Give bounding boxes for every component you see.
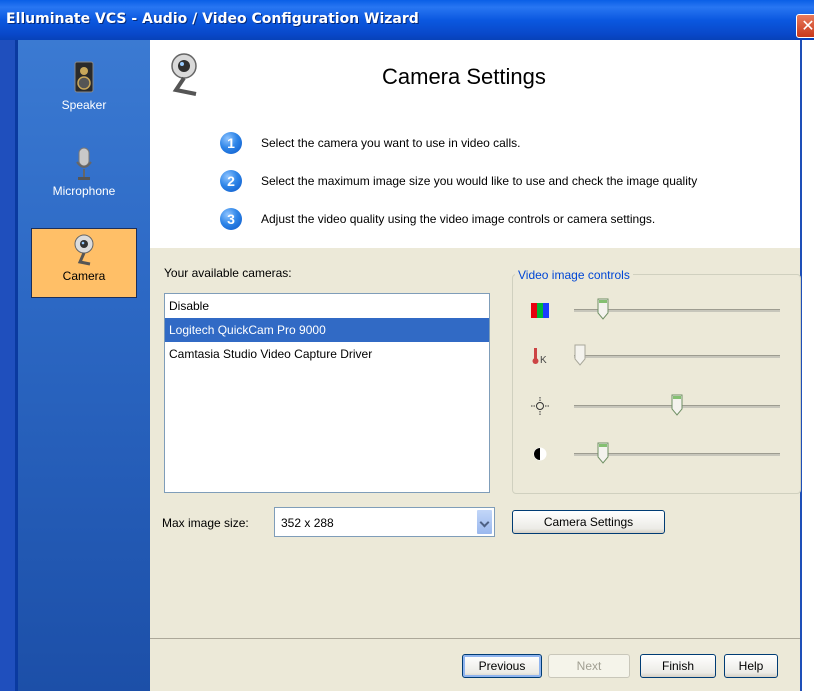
webcam-icon <box>74 234 94 266</box>
sidebar: Speaker Microphone Camera <box>18 40 150 691</box>
close-button[interactable]: ✕ <box>796 14 814 38</box>
previous-button[interactable]: Previous <box>462 654 542 678</box>
slider-thumb[interactable] <box>671 394 683 416</box>
thermometer-kelvin-icon: K <box>532 348 547 366</box>
max-image-size-value: 352 x 288 <box>281 516 334 530</box>
rgb-color-icon <box>531 303 549 318</box>
finish-button[interactable]: Finish <box>640 654 716 678</box>
close-icon: ✕ <box>801 16 814 35</box>
step-number-icon: 1 <box>220 132 242 154</box>
footer-divider <box>150 638 800 639</box>
sidebar-item-microphone[interactable]: Microphone <box>31 144 137 214</box>
slider-thumb[interactable] <box>574 344 586 366</box>
title-bar: Elluminate VCS - Audio / Video Configura… <box>0 0 814 40</box>
page-title: Camera Settings <box>382 64 546 89</box>
step-number-icon: 3 <box>220 208 242 230</box>
sidebar-item-speaker[interactable]: Speaker <box>31 58 137 128</box>
list-item[interactable]: Disable <box>165 294 489 318</box>
step-text: Select the maximum image size you would … <box>261 174 698 188</box>
sidebar-item-label: Speaker <box>61 98 107 112</box>
camera-list[interactable]: Disable Logitech QuickCam Pro 9000 Camta… <box>164 293 490 493</box>
sun-brightness-icon <box>531 397 549 415</box>
webcam-header-icon <box>171 53 197 96</box>
slider-thumb[interactable] <box>597 298 609 320</box>
sidebar-item-label: Microphone <box>52 184 116 198</box>
list-item[interactable]: Camtasia Studio Video Capture Driver <box>165 342 489 366</box>
white-balance-slider[interactable]: K <box>530 344 780 370</box>
max-image-size-select[interactable]: 352 x 288 <box>274 507 495 537</box>
microphone-icon <box>76 147 92 180</box>
next-button[interactable]: Next <box>548 654 630 678</box>
help-button[interactable]: Help <box>724 654 778 678</box>
svg-text:K: K <box>540 355 547 366</box>
contrast-icon <box>533 447 547 461</box>
step-text: Adjust the video quality using the video… <box>261 212 656 226</box>
contrast-slider[interactable] <box>530 442 780 468</box>
window-title: Elluminate VCS - Audio / Video Configura… <box>6 11 419 27</box>
window-frame-right <box>800 40 814 691</box>
video-image-controls-title: Video image controls <box>515 268 633 282</box>
sidebar-item-label: Camera <box>62 269 106 283</box>
max-image-size-label: Max image size: <box>162 516 249 530</box>
color-slider[interactable] <box>530 298 780 324</box>
chevron-down-icon[interactable] <box>476 509 493 535</box>
step-number-icon: 2 <box>220 170 242 192</box>
slider-thumb[interactable] <box>597 442 609 464</box>
speaker-icon <box>74 61 94 93</box>
cameras-label: Your available cameras: <box>164 266 292 280</box>
step-text: Select the camera you want to use in vid… <box>261 136 521 150</box>
list-item[interactable]: Logitech QuickCam Pro 9000 <box>165 318 489 342</box>
slider-track[interactable] <box>574 355 780 358</box>
window-frame-left <box>0 40 18 691</box>
main-panel: Camera Settings 1 Select the camera you … <box>150 40 814 691</box>
camera-settings-button[interactable]: Camera Settings <box>512 510 665 534</box>
brightness-slider[interactable] <box>530 394 780 420</box>
sidebar-item-camera[interactable]: Camera <box>31 228 137 298</box>
